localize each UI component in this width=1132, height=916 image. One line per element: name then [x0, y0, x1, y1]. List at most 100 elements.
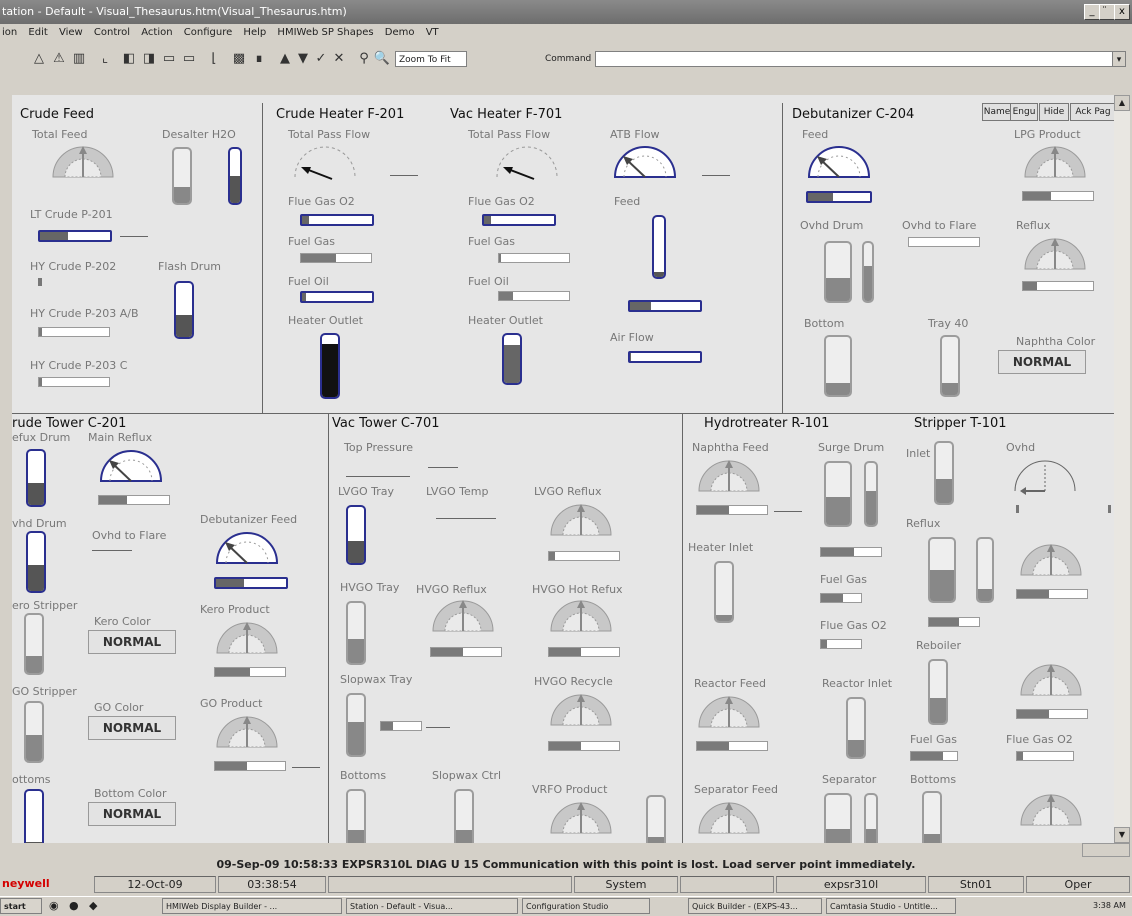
- ct-kero-product-bar[interactable]: [214, 667, 286, 677]
- ct-go-stripper-level[interactable]: [24, 701, 44, 763]
- st-flue-gas-bar[interactable]: [1016, 751, 1074, 761]
- acknowledge-icon[interactable]: ✓: [312, 50, 330, 68]
- vt-lvgo-tray-level[interactable]: [346, 505, 366, 565]
- menu-control[interactable]: Control: [92, 24, 136, 38]
- close-button[interactable]: x: [1114, 4, 1130, 20]
- menu-station[interactable]: ion: [0, 24, 23, 38]
- ct-main-reflux-gauge[interactable]: [98, 447, 164, 488]
- vt-hvgo-reflux-gauge[interactable]: [430, 597, 496, 638]
- raise-icon[interactable]: ▲: [276, 50, 294, 68]
- st-bottoms-gauge[interactable]: [1018, 791, 1084, 832]
- ct-kero-stripper-level[interactable]: [24, 613, 44, 675]
- zoom-select[interactable]: Zoom To Fit: [395, 51, 467, 67]
- quicklaunch-icon[interactable]: ◆: [86, 898, 104, 914]
- ct-go-product-gauge[interactable]: [214, 713, 280, 754]
- st-reflux-level[interactable]: [976, 537, 994, 603]
- menu-view[interactable]: View: [57, 24, 89, 38]
- ct-ovhd-drum-level[interactable]: [26, 531, 46, 593]
- zoom-icon[interactable]: 🔍: [373, 50, 391, 68]
- ht-separator-level[interactable]: [864, 793, 878, 843]
- menu-hmiweb-sp-shapes[interactable]: HMIWeb SP Shapes: [275, 24, 379, 38]
- command-input[interactable]: [595, 51, 1117, 67]
- command-dropdown-icon[interactable]: ▾: [1112, 51, 1126, 67]
- menu-vt[interactable]: VT: [424, 24, 445, 38]
- page-icon[interactable]: ⌊: [205, 50, 223, 68]
- st-reboiler-bar[interactable]: [1016, 709, 1088, 719]
- lower-icon[interactable]: ▼: [294, 50, 312, 68]
- st-bottoms-level[interactable]: [922, 791, 942, 843]
- st-reflux-bar[interactable]: [1016, 589, 1088, 599]
- db-feed-bar[interactable]: [806, 191, 872, 203]
- st-reflux-gauge[interactable]: [1018, 541, 1084, 582]
- db-ovhd-drum-tank[interactable]: [824, 241, 852, 303]
- vh-atb-flow-gauge[interactable]: [612, 143, 678, 184]
- st-reflux-flow-bar[interactable]: [928, 617, 980, 627]
- st-inlet-level[interactable]: [934, 441, 954, 505]
- vt-hvgo-hot-reflux-gauge[interactable]: [548, 597, 614, 638]
- alarm-message-line[interactable]: 09-Sep-09 10:58:33 EXPSR310L DIAG U 15 C…: [0, 857, 1132, 873]
- ht-naphtha-feed-gauge[interactable]: [696, 457, 762, 498]
- minimize-button[interactable]: _: [1084, 4, 1100, 20]
- ct-main-reflux-bar[interactable]: [98, 495, 170, 505]
- ht-reactor-feed-bar[interactable]: [696, 741, 768, 751]
- vt-lvgo-reflux-bar[interactable]: [548, 551, 620, 561]
- start-button[interactable]: start: [0, 898, 42, 914]
- scroll-up-icon[interactable]: ▲: [1114, 95, 1130, 111]
- next-display-icon[interactable]: ◨: [140, 50, 158, 68]
- vt-hvgo-tray-level[interactable]: [346, 601, 366, 665]
- vh-total-pass-gauge[interactable]: [494, 143, 560, 184]
- vh-heater-outlet-level[interactable]: [502, 333, 522, 385]
- faceplate-icon[interactable]: ▩: [230, 50, 248, 68]
- system-status-icon[interactable]: ⚠: [50, 50, 68, 68]
- ct-deb-feed-bar[interactable]: [214, 577, 288, 589]
- vh-feed-bar[interactable]: [628, 300, 702, 312]
- ht-heater-inlet-bar[interactable]: [820, 547, 882, 557]
- bar-icon[interactable]: ∎: [250, 50, 268, 68]
- hy-crude-202-indicator[interactable]: [38, 278, 42, 286]
- db-ovhd-drum-level[interactable]: [862, 241, 874, 303]
- vh-air-flow-bar[interactable]: [628, 351, 702, 363]
- menu-edit[interactable]: Edit: [26, 24, 53, 38]
- binoculars-icon[interactable]: ⚲: [355, 50, 373, 68]
- alarm-summary-icon[interactable]: △: [30, 50, 48, 68]
- ht-reactor-feed-gauge[interactable]: [696, 693, 762, 734]
- db-tray40-tank[interactable]: [940, 335, 960, 397]
- forward-icon[interactable]: ▭: [180, 50, 198, 68]
- vt-slopwax-tray-level[interactable]: [346, 693, 366, 757]
- vt-vrfo-product-gauge[interactable]: [548, 799, 614, 840]
- lt-crude-bar[interactable]: [38, 230, 112, 242]
- st-ovhd-indicator[interactable]: [1016, 505, 1019, 513]
- ht-surge-drum-tank[interactable]: [824, 461, 852, 527]
- st-ovhd-gauge[interactable]: [1012, 457, 1078, 498]
- total-feed-gauge[interactable]: [50, 143, 116, 184]
- ct-bottoms-level[interactable]: [24, 789, 44, 843]
- vt-hvgo-recycle-gauge[interactable]: [548, 691, 614, 732]
- vt-hvgo-reflux-bar[interactable]: [430, 647, 502, 657]
- ht-flue-gas-bar[interactable]: [820, 639, 862, 649]
- task-station[interactable]: Station - Default - Visua...: [346, 898, 518, 914]
- ch-flue-gas-bar[interactable]: [300, 214, 374, 226]
- ht-reactor-inlet-level[interactable]: [846, 697, 866, 759]
- engu-button[interactable]: Engu: [1010, 103, 1038, 121]
- menu-demo[interactable]: Demo: [383, 24, 421, 38]
- media-icon[interactable]: ●: [66, 898, 84, 914]
- db-bottom-tank[interactable]: [824, 335, 852, 397]
- task-quick-builder[interactable]: Quick Builder - (EXPS-43...: [688, 898, 822, 914]
- ct-kero-product-gauge[interactable]: [214, 619, 280, 660]
- scroll-down-icon[interactable]: ▼: [1114, 827, 1130, 843]
- st-reboiler-gauge[interactable]: [1018, 661, 1084, 702]
- vertical-scrollbar[interactable]: ▲ ▼: [1114, 95, 1130, 843]
- back-icon[interactable]: ▭: [160, 50, 178, 68]
- vt-slopwax-ctrl-level[interactable]: [454, 789, 474, 843]
- db-feed-gauge[interactable]: [806, 143, 872, 184]
- st-reflux-tank[interactable]: [928, 537, 956, 603]
- menu-action[interactable]: Action: [139, 24, 178, 38]
- vt-slopwax-tray-bar[interactable]: [380, 721, 422, 731]
- name-button[interactable]: Name: [982, 103, 1012, 121]
- ht-heater-inlet-level[interactable]: [714, 561, 734, 623]
- ht-separator-feed-gauge[interactable]: [696, 799, 762, 840]
- db-lpg-gauge[interactable]: [1022, 143, 1088, 184]
- ch-heater-outlet-level[interactable]: [320, 333, 340, 399]
- ack-page-button[interactable]: Ack Pag: [1070, 103, 1114, 121]
- vh-flue-gas-bar[interactable]: [482, 214, 556, 226]
